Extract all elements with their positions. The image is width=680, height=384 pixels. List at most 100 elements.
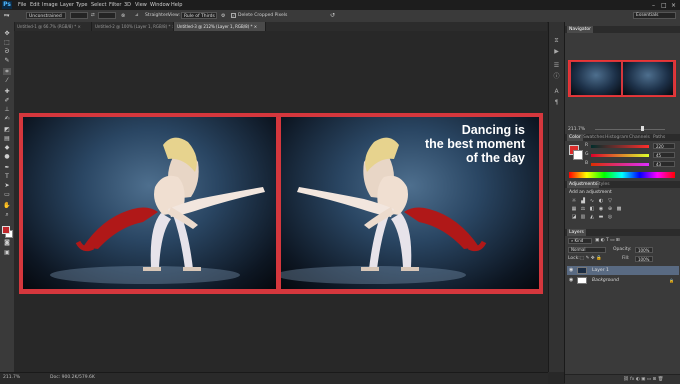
close-window-button[interactable]: × — [671, 2, 676, 9]
posterize-adjustment-icon[interactable]: ▥ — [580, 214, 586, 220]
navigator-view-box[interactable] — [568, 60, 676, 97]
green-channel-value[interactable]: 45 — [653, 152, 675, 158]
brightness-adjustment-icon[interactable]: ☼ — [571, 198, 577, 204]
swap-icon[interactable]: ⇄ — [91, 13, 95, 18]
selective-color-adjustment-icon[interactable]: ◎ — [607, 214, 613, 220]
tab-navigator[interactable]: Navigator — [567, 26, 594, 33]
menu-filter[interactable]: Filter — [109, 2, 121, 8]
menu-window[interactable]: Window — [150, 2, 170, 8]
menu-select[interactable]: Select — [91, 2, 106, 8]
path-select-tool-icon[interactable]: ➤ — [3, 182, 11, 189]
healing-brush-tool-icon[interactable]: ✚ — [3, 88, 11, 95]
workspace-switcher[interactable]: Essentials — [633, 12, 676, 19]
layer-filter-icons[interactable]: ▣ ◐ T ▭ ⊞ — [595, 238, 620, 243]
photo-filter-adjustment-icon[interactable]: ◉ — [598, 206, 604, 212]
straighten-icon[interactable]: ⊿ — [135, 13, 139, 18]
crop-ratio-select[interactable]: Unconstrained — [26, 12, 66, 19]
background-color-preview[interactable] — [573, 150, 583, 160]
delete-cropped-checkbox[interactable]: ✓ — [231, 13, 236, 18]
history-panel-icon[interactable]: ⧖ — [553, 37, 560, 44]
maximize-button[interactable]: □ — [661, 2, 667, 9]
layer-footer-icons[interactable]: ⛓ fx ◐ ▣ ▭ ⊞ 🗑 — [623, 377, 663, 382]
dodge-tool-icon[interactable]: ● — [3, 153, 11, 160]
gradient-map-adjustment-icon[interactable]: ▬ — [598, 214, 604, 220]
tab-layers[interactable]: Layers — [567, 229, 586, 236]
lasso-tool-icon[interactable]: ᘐ — [3, 48, 11, 55]
lock-options-icons[interactable]: ⬚ ✎ ✥ 🔒 — [580, 256, 602, 261]
opacity-field[interactable]: 100% — [635, 247, 653, 253]
green-channel-slider[interactable] — [591, 154, 649, 157]
quick-select-tool-icon[interactable]: ✎ — [3, 57, 11, 64]
foreground-color-swatch[interactable] — [2, 226, 10, 234]
red-channel-slider[interactable] — [591, 145, 649, 148]
minimize-button[interactable]: – — [652, 2, 655, 9]
menu-view[interactable]: View — [135, 2, 147, 8]
exposure-adjustment-icon[interactable]: ◐ — [598, 198, 604, 204]
document-canvas[interactable]: Dancing is the best moment of the day — [19, 113, 543, 294]
type-tool-icon[interactable]: T — [3, 173, 11, 180]
navigator-zoom-value[interactable]: 211.7% — [568, 127, 585, 132]
vibrance-adjustment-icon[interactable]: ▽ — [607, 198, 613, 204]
menu-edit[interactable]: Edit — [30, 2, 40, 8]
invert-adjustment-icon[interactable]: ◪ — [571, 214, 577, 220]
color-lookup-adjustment-icon[interactable]: ▩ — [616, 206, 622, 212]
navigator-zoom-slider[interactable] — [595, 129, 665, 130]
layer-filter-kind-select[interactable]: ⌕ Kind — [568, 238, 592, 244]
black-white-adjustment-icon[interactable]: ◧ — [589, 206, 595, 212]
quick-mask-icon[interactable]: ◙ — [3, 239, 11, 246]
menu-file[interactable]: File — [18, 2, 26, 8]
marquee-tool-icon[interactable]: ⬚ — [3, 39, 11, 46]
crop-tool-icon[interactable]: ⌗▾ — [4, 13, 9, 19]
crop-height-field[interactable] — [98, 12, 116, 19]
blur-tool-icon[interactable]: ◆ — [3, 144, 11, 151]
info-panel-icon[interactable]: ⓘ — [553, 73, 560, 80]
channel-mixer-adjustment-icon[interactable]: ⊕ — [607, 206, 613, 212]
doc-tab-1[interactable]: Untitled-1 @ 66.7% (RGB/8) * × — [14, 22, 92, 31]
eraser-tool-icon[interactable]: ◩ — [3, 126, 11, 133]
settings-gear-icon[interactable]: ⚙ — [221, 13, 225, 19]
visibility-eye-icon[interactable]: ◉ — [569, 266, 573, 275]
layer-name[interactable]: Layer 1 — [592, 266, 609, 275]
crop-tool-icon[interactable]: ⌗ — [3, 68, 11, 75]
hand-tool-icon[interactable]: ✋ — [3, 202, 11, 209]
fill-field[interactable]: 100% — [635, 256, 653, 262]
character-panel-icon[interactable]: A — [553, 88, 560, 95]
red-channel-value[interactable]: 220 — [653, 143, 675, 149]
menu-type[interactable]: Type — [76, 2, 87, 8]
layer-row-background[interactable]: ◉ Background 🔒 — [567, 276, 679, 285]
menu-help[interactable]: Help — [171, 2, 182, 8]
zoom-tool-icon[interactable]: ⌕ — [3, 211, 11, 218]
history-brush-tool-icon[interactable]: ✍ — [3, 115, 11, 122]
actions-panel-icon[interactable]: ▶ — [553, 48, 560, 55]
layer-row-layer-1[interactable]: ◉ Layer 1 — [567, 266, 679, 275]
straighten-label[interactable]: Straighten — [145, 13, 169, 18]
doc-tab-3[interactable]: Untitled-3 @ 212% (Layer 1, RGB/8) * × — [174, 22, 266, 31]
close-tab-icon[interactable]: × — [254, 24, 257, 29]
threshold-adjustment-icon[interactable]: ◭ — [589, 214, 595, 220]
tab-channels[interactable]: Channels — [627, 134, 652, 141]
clear-icon[interactable]: ⊗ — [121, 13, 125, 19]
layer-name[interactable]: Background — [592, 276, 619, 285]
crop-width-field[interactable] — [70, 12, 88, 19]
color-balance-adjustment-icon[interactable]: ⚖ — [580, 206, 586, 212]
overlay-view-select[interactable]: Rule of Thirds — [181, 12, 217, 19]
levels-adjustment-icon[interactable]: ▟ — [580, 198, 586, 204]
paragraph-panel-icon[interactable]: ¶ — [553, 99, 560, 106]
hue-saturation-adjustment-icon[interactable]: ▦ — [571, 206, 577, 212]
blue-channel-slider[interactable] — [591, 163, 649, 166]
close-tab-icon[interactable]: × — [78, 24, 81, 29]
tab-paths[interactable]: Paths — [651, 134, 667, 141]
shape-tool-icon[interactable]: ▭ — [3, 191, 11, 198]
menu-layer[interactable]: Layer — [60, 2, 74, 8]
properties-panel-icon[interactable]: ☰ — [553, 62, 560, 69]
eyedropper-tool-icon[interactable]: ⁄ — [3, 77, 11, 84]
screen-mode-icon[interactable]: ▣ — [3, 249, 11, 256]
reset-icon[interactable]: ↺ — [330, 12, 335, 19]
blue-channel-value[interactable]: 43 — [653, 161, 675, 167]
doc-tab-2[interactable]: Untitled-2 @ 100% (Layer 1, RGB/8) * × — [92, 22, 174, 31]
blend-mode-select[interactable]: Normal — [568, 247, 606, 253]
menu-3d[interactable]: 3D — [124, 2, 131, 8]
zoom-level[interactable]: 211.7% — [3, 375, 20, 380]
gradient-tool-icon[interactable]: ▤ — [3, 135, 11, 142]
move-tool-icon[interactable]: ✥ — [3, 30, 11, 37]
